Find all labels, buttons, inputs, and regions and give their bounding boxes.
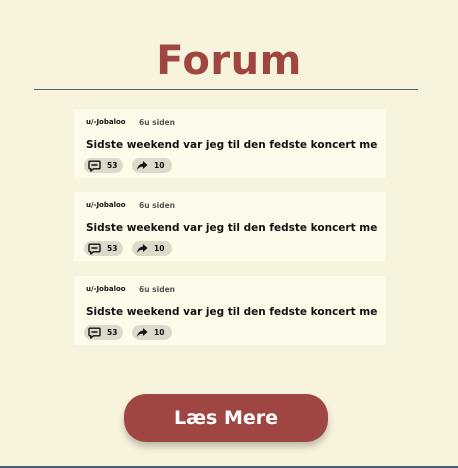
share-icon [136, 243, 148, 254]
share-count: 10 [154, 161, 165, 170]
share-icon [136, 160, 148, 171]
title-divider [34, 89, 418, 90]
share-icon [136, 327, 148, 338]
post-username[interactable]: u/-Jobaloo [86, 285, 126, 294]
share-button[interactable]: 10 [132, 158, 172, 173]
post-title[interactable]: Sidste weekend var jeg til den fedste ko… [86, 222, 378, 234]
comment-count: 53 [107, 161, 118, 170]
comment-icon [88, 243, 101, 255]
comment-count: 53 [107, 244, 118, 253]
post-card[interactable]: u/-Jobaloo 6u siden Sidste weekend var j… [74, 109, 386, 178]
comment-count: 53 [107, 328, 118, 337]
share-count: 10 [154, 328, 165, 337]
post-card[interactable]: u/-Jobaloo 6u siden Sidste weekend var j… [74, 192, 386, 261]
post-time: 6u siden [139, 201, 175, 210]
comments-button[interactable]: 53 [84, 325, 123, 340]
post-time: 6u siden [139, 118, 175, 127]
post-username[interactable]: u/-Jobaloo [86, 118, 126, 127]
post-username[interactable]: u/-Jobaloo [86, 201, 126, 210]
post-time: 6u siden [139, 285, 175, 294]
comment-icon [88, 327, 101, 339]
comments-button[interactable]: 53 [84, 241, 123, 256]
post-title[interactable]: Sidste weekend var jeg til den fedste ko… [86, 306, 378, 318]
post-title[interactable]: Sidste weekend var jeg til den fedste ko… [86, 139, 378, 151]
page-title: Forum [156, 38, 302, 84]
comment-icon [88, 160, 101, 172]
share-button[interactable]: 10 [132, 325, 172, 340]
share-count: 10 [154, 244, 165, 253]
read-more-button[interactable]: Læs Mere [124, 394, 328, 442]
comments-button[interactable]: 53 [84, 158, 123, 173]
post-card[interactable]: u/-Jobaloo 6u siden Sidste weekend var j… [74, 276, 386, 345]
share-button[interactable]: 10 [132, 241, 172, 256]
